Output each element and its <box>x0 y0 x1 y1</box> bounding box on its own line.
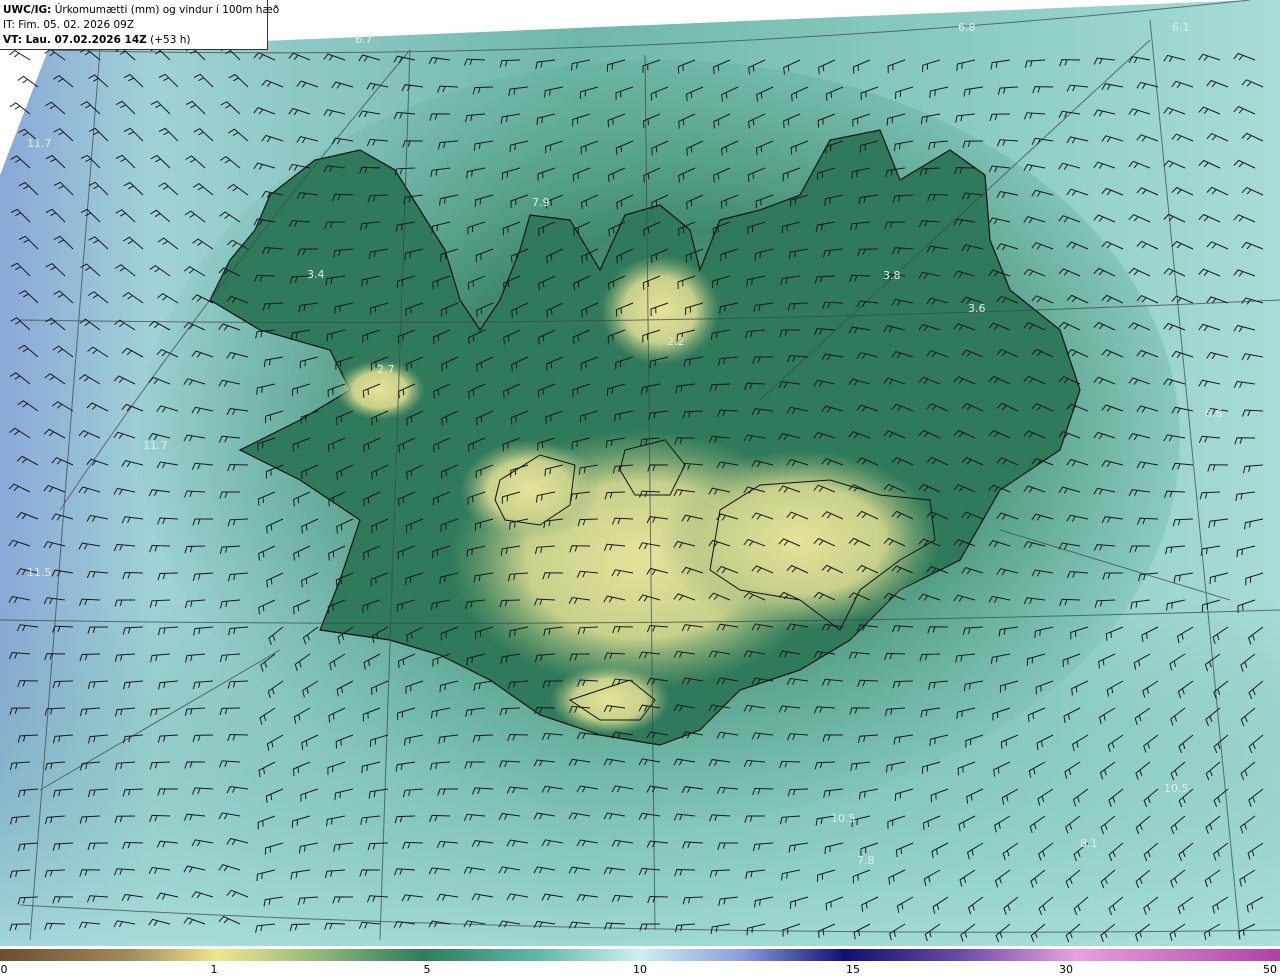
colorbar-tick-label: 5 <box>423 963 431 976</box>
value-label: 6.6 <box>1205 407 1223 420</box>
model-name: UWC/IG: <box>3 4 52 16</box>
valid-time: VT: Lau. 07.02.2026 14Z <box>3 34 147 46</box>
value-label: 3.6 <box>968 302 986 315</box>
colorbar-tick-label: 30 <box>1059 963 1073 976</box>
precipitation-wind-map: 6.7 6.8 6.1 11.7 3.4 7.9 3.8 3.6 2.2 2.7… <box>0 0 1280 946</box>
value-label: 11.7 <box>27 137 52 150</box>
lead-time: (+53 h) <box>150 34 191 46</box>
value-label: 2.2 <box>667 335 685 348</box>
header-title-line: UWC/IG: Úrkomumætti (mm) og vindur í 100… <box>3 3 279 18</box>
value-label: 11.7 <box>143 439 168 452</box>
value-label: 3.8 <box>883 269 901 282</box>
value-label: 7.8 <box>857 854 875 867</box>
colorbar-tick-label: 0 <box>0 963 8 976</box>
valid-time-line: VT: Lau. 07.02.2026 14Z (+53 h) <box>3 33 267 48</box>
value-label: 6.8 <box>958 21 976 34</box>
colorbar-tick-label: 15 <box>846 963 860 976</box>
colorbar-tick-label: 1 <box>210 963 218 976</box>
initial-time: IT: Fim. 05. 02. 2026 09Z <box>3 19 135 31</box>
value-label: 10.5 <box>831 812 856 825</box>
colorbar-tick-label: 50 <box>1263 963 1277 976</box>
value-label: 11.5 <box>27 566 52 579</box>
value-label: 2.7 <box>377 363 395 376</box>
value-label: 7.9 <box>532 196 550 209</box>
colorbar <box>0 949 1280 961</box>
colorbar-tick-label: 10 <box>633 963 647 976</box>
product-title: Úrkomumætti (mm) og vindur í 100m hæð <box>54 4 280 16</box>
value-label: 8.1 <box>1080 837 1098 850</box>
value-label: 6.7 <box>355 33 373 46</box>
value-label: 6.1 <box>1172 21 1190 34</box>
map-header: UWC/IG: Úrkomumætti (mm) og vindur í 100… <box>0 0 279 50</box>
value-label: 10.5 <box>1164 782 1189 795</box>
value-label: 3.4 <box>307 268 325 281</box>
colorbar-legend: 0 1 5 10 15 30 50 <box>0 946 1280 978</box>
